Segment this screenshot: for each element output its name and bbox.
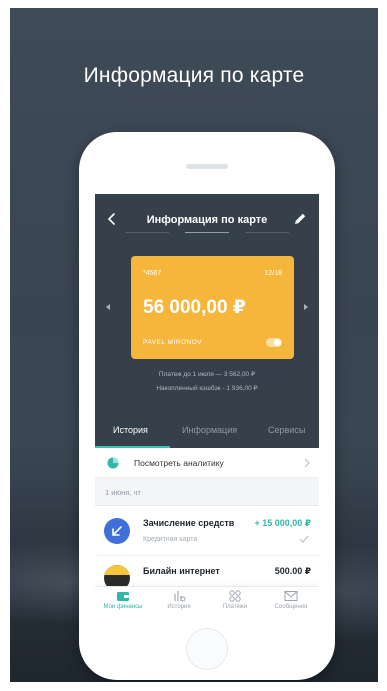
tab-history[interactable]: История bbox=[113, 425, 148, 435]
payments-icon bbox=[229, 590, 241, 602]
pie-chart-icon bbox=[107, 457, 119, 469]
analytics-label: Посмотреть аналитику bbox=[134, 458, 224, 468]
transaction-amount: + 15 000,00 ₽ bbox=[254, 518, 311, 528]
wallet-icon bbox=[117, 592, 129, 601]
nav-label: Платежи bbox=[222, 604, 248, 610]
card-holder-name: PAVEL MIRONOV bbox=[143, 339, 203, 346]
edit-pencil-icon[interactable] bbox=[291, 210, 309, 228]
date-label: 1 июня, чт bbox=[105, 488, 141, 497]
home-button bbox=[186, 628, 228, 670]
phone-screen: Информация по карте *4567 12/18 56 000,0… bbox=[95, 194, 319, 614]
title-divider bbox=[125, 232, 169, 233]
card-toggle[interactable] bbox=[266, 338, 282, 347]
transaction-avatar bbox=[104, 518, 130, 544]
cashback-info: Накопленный кэшбэк - 1 936,00 ₽ bbox=[156, 385, 258, 392]
bank-card[interactable]: *4567 12/18 56 000,00 ₽ PAVEL MIRONOV bbox=[131, 256, 294, 359]
tab-services[interactable]: Сервисы bbox=[268, 425, 305, 435]
chevron-right-icon bbox=[304, 458, 310, 468]
analytics-row[interactable]: Посмотреть аналитику bbox=[95, 448, 319, 478]
messages-icon bbox=[284, 591, 298, 601]
transaction-title: Зачисление средств bbox=[143, 518, 235, 528]
phone-speaker bbox=[186, 164, 228, 169]
check-icon bbox=[299, 535, 309, 543]
bottom-nav: Мои финансы История Платежи Сообщения bbox=[95, 586, 319, 614]
beeline-logo bbox=[104, 565, 130, 586]
payment-info: Платеж до 1 июля — 3 562,00 ₽ bbox=[158, 371, 256, 378]
nav-history[interactable]: История bbox=[151, 587, 207, 614]
transaction-subtitle: Кредитная карта bbox=[143, 536, 198, 543]
screen-title: Информация по карте bbox=[146, 214, 268, 226]
promo-headline: Информация по карте bbox=[83, 64, 305, 87]
prev-card-icon[interactable] bbox=[106, 304, 110, 310]
nav-label: Сообщения bbox=[274, 604, 308, 610]
card-expiry: 12/18 bbox=[264, 270, 282, 277]
history-icon bbox=[174, 591, 186, 602]
nav-messages[interactable]: Сообщения bbox=[263, 587, 319, 614]
transaction-row[interactable]: Билайн интернет 500.00 ₽ bbox=[95, 556, 319, 586]
nav-label: Мои финансы bbox=[103, 604, 143, 610]
top-bar: Информация по карте bbox=[95, 194, 319, 244]
tab-bar: История Информация Сервисы bbox=[95, 413, 319, 448]
arrow-in-icon bbox=[112, 526, 122, 536]
title-divider bbox=[245, 232, 289, 233]
card-balance: 56 000,00 ₽ bbox=[143, 297, 247, 318]
transaction-title: Билайн интернет bbox=[143, 566, 220, 576]
nav-payments[interactable]: Платежи bbox=[207, 587, 263, 614]
date-separator: 1 июня, чт bbox=[95, 478, 319, 506]
tab-information[interactable]: Информация bbox=[182, 425, 237, 435]
nav-label: История bbox=[167, 604, 191, 610]
phone-frame: Информация по карте *4567 12/18 56 000,0… bbox=[79, 132, 335, 680]
nav-my-finances[interactable]: Мои финансы bbox=[95, 587, 151, 614]
transaction-row[interactable]: Зачисление средств Кредитная карта + 15 … bbox=[95, 506, 319, 556]
promo-background: Информация по карте Информация по карте bbox=[10, 8, 378, 682]
card-number: *4567 bbox=[143, 270, 162, 277]
transaction-amount: 500.00 ₽ bbox=[274, 566, 311, 576]
card-header-panel: Информация по карте *4567 12/18 56 000,0… bbox=[95, 194, 319, 448]
next-card-icon[interactable] bbox=[304, 304, 308, 310]
title-divider-active bbox=[185, 232, 229, 233]
